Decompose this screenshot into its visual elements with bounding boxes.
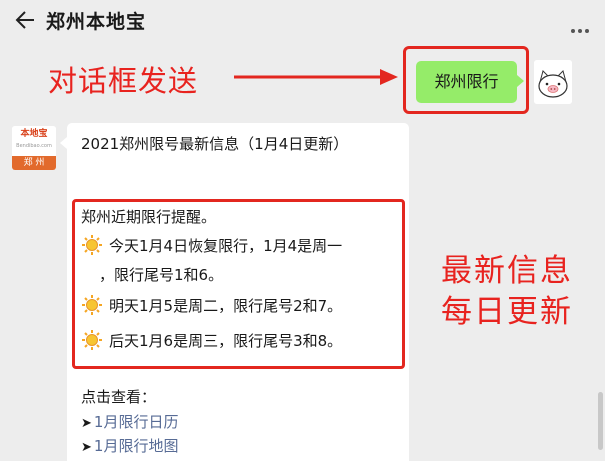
annotation-daily-line1: 最新信息 <box>441 253 573 289</box>
reminder-item-text: 后天1月6是周三，限行尾号3和8。 <box>109 332 343 350</box>
annotation-arrow-icon <box>234 69 398 85</box>
link-map[interactable]: ➤ 1月限行地图 <box>81 435 178 456</box>
bot-city-label: 郑 州 <box>12 156 56 170</box>
more-options-icon[interactable] <box>571 18 593 33</box>
scrollbar[interactable] <box>598 392 603 450</box>
link-calendar[interactable]: ➤ 1月限行日历 <box>81 411 178 432</box>
sent-message-bubble[interactable]: 郑州限行 <box>416 61 524 103</box>
reminder-item-day-after: 后天1月6是周三，限行尾号3和8。 <box>81 329 342 351</box>
reminder-item-text: 明天1月5是周二，限行尾号2和7。 <box>109 297 343 315</box>
annotation-send-label: 对话框发送 <box>48 64 199 98</box>
back-arrow-icon[interactable] <box>14 10 36 30</box>
reminder-item-text: 今天1月4日恢复限行，1月4是周一 <box>109 237 343 255</box>
annotation-daily-line2: 每日更新 <box>441 294 573 330</box>
bot-logo-text: 本地宝 <box>20 129 48 139</box>
link-text[interactable]: 1月限行地图 <box>94 437 179 455</box>
pig-avatar-icon <box>534 60 572 104</box>
check-label: 点击查看： <box>81 388 157 406</box>
message-headline: 2021郑州限号最新信息（1月4日更新） <box>81 135 349 153</box>
sun-icon <box>82 295 102 315</box>
reminder-item-today: 今天1月4日恢复限行，1月4是周一 <box>81 234 342 256</box>
bot-avatar-logo: 本地宝 Bendibao.com <box>12 126 56 156</box>
reminder-title: 郑州近期限行提醒。 <box>81 208 217 226</box>
sun-icon <box>82 330 102 350</box>
reminder-item-tomorrow: 明天1月5是周二，限行尾号2和7。 <box>81 294 342 316</box>
bot-logo-url: Bendibao.com <box>16 143 52 149</box>
reminder-item-today-continued: ，限行尾号1和6。 <box>99 266 224 284</box>
chat-title: 郑州本地宝 <box>46 11 147 33</box>
arrow-bullet-icon: ➤ <box>81 440 92 455</box>
arrow-bullet-icon: ➤ <box>81 416 92 431</box>
bot-avatar[interactable]: 本地宝 Bendibao.com 郑 州 <box>12 126 56 170</box>
link-text[interactable]: 1月限行日历 <box>94 413 179 431</box>
user-avatar[interactable] <box>534 60 572 104</box>
app-header: 郑州本地宝 <box>0 0 605 40</box>
received-message-bubble: 2021郑州限号最新信息（1月4日更新） 郑州近期限行提醒。 今天1月4日恢复限… <box>60 123 409 461</box>
sun-icon <box>82 235 102 255</box>
